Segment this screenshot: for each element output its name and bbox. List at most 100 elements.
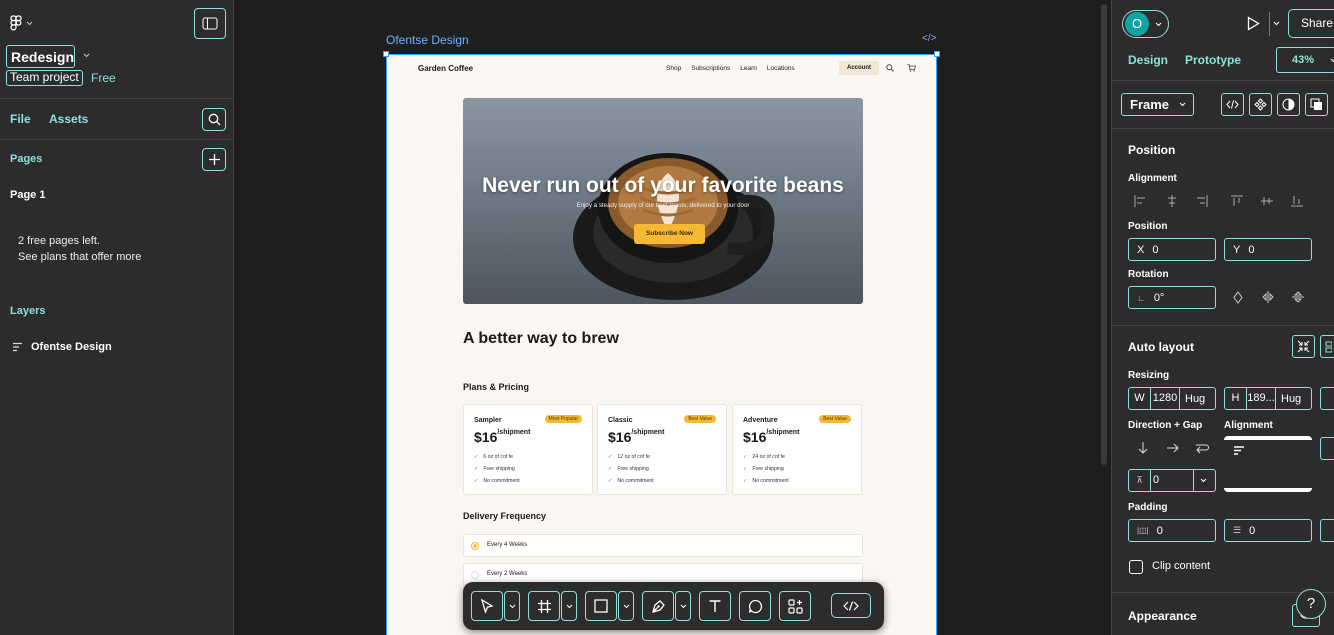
toggle-sidebar-button[interactable]: [194, 8, 226, 39]
cart-icon[interactable]: [907, 64, 916, 72]
file-menu-chevron-icon[interactable]: [83, 53, 90, 58]
file-name-button[interactable]: Redesign: [6, 45, 75, 68]
alignment-grid-box[interactable]: [1224, 436, 1312, 492]
canvas[interactable]: Ofentse Design </> Garden Coffee Shop Su…: [235, 0, 1100, 635]
comment-tool-button[interactable]: [739, 591, 771, 621]
direction-vertical-icon[interactable]: [1138, 442, 1148, 454]
plan-card-classic[interactable]: Classic Best Value $16/shipment ✓ 12 oz o…: [597, 404, 727, 495]
frame-tool-button[interactable]: [528, 591, 560, 621]
page-item-page-1[interactable]: Page 1: [10, 189, 45, 201]
x-position-field[interactable]: X0: [1128, 238, 1216, 261]
design-frame[interactable]: Garden Coffee Shop Subscriptions Learn L…: [386, 54, 937, 635]
align-top-icon[interactable]: [1231, 195, 1243, 207]
plan-card-sampler[interactable]: Sampler Most Popular $16/shipment ✓ 6 oz …: [463, 404, 593, 495]
account-button[interactable]: Account: [839, 61, 879, 75]
nav-locations[interactable]: Locations: [767, 65, 795, 72]
dev-mode-toggle[interactable]: [831, 593, 871, 618]
subscribe-button[interactable]: Subscribe Now: [634, 224, 705, 244]
resize-handle[interactable]: [383, 51, 389, 57]
see-plans-link[interactable]: See plans that offer more: [18, 249, 141, 265]
team-project-link[interactable]: Team project: [6, 70, 83, 86]
plan-card-adventure[interactable]: Adventure Best Value $16/shipment ✓ 24 oz…: [732, 404, 862, 495]
frame-type-label: Frame: [1130, 97, 1170, 112]
help-button[interactable]: ?: [1296, 589, 1326, 619]
nav-subscriptions[interactable]: Subscriptions: [691, 65, 730, 72]
move-tool-menu[interactable]: [504, 591, 520, 621]
tab-prototype[interactable]: Prototype: [1185, 53, 1241, 67]
frame-label[interactable]: Ofentse Design: [386, 33, 469, 47]
w-mode[interactable]: Hug: [1180, 393, 1205, 405]
width-field[interactable]: W 1280 Hug: [1128, 387, 1216, 410]
pen-tool-button[interactable]: [642, 591, 674, 621]
search-layers-button[interactable]: [202, 108, 226, 131]
y-value: 0: [1248, 243, 1255, 256]
share-button[interactable]: Share: [1288, 9, 1334, 38]
auto-layout-options-button[interactable]: [1320, 335, 1334, 358]
y-label: Y: [1233, 243, 1241, 256]
text-tool-button[interactable]: [699, 591, 731, 621]
chevron-down-icon[interactable]: [1200, 478, 1207, 483]
h-mode[interactable]: Hug: [1276, 393, 1301, 405]
gap-field[interactable]: ⊼ 0: [1128, 469, 1216, 492]
align-center-vertical-icon[interactable]: [1261, 195, 1273, 207]
plan-price: $16/shipment: [474, 429, 531, 445]
y-position-field[interactable]: Y0: [1224, 238, 1312, 261]
align-center-horizontal-icon[interactable]: [1166, 195, 1178, 207]
move-tool-button[interactable]: [471, 591, 503, 621]
dev-mode-icon[interactable]: </>: [922, 33, 936, 44]
rotate-icon[interactable]: [1232, 291, 1244, 304]
alignment-options-button[interactable]: [1320, 437, 1334, 460]
rotation-field[interactable]: ∟ 0°: [1128, 286, 1216, 309]
horizontal-padding-field[interactable]: |◫| 0: [1128, 519, 1216, 542]
pad-h-value: 0: [1156, 524, 1163, 537]
pen-tool-menu[interactable]: [675, 591, 691, 621]
direction-gap-label: Direction + Gap: [1128, 420, 1203, 431]
mask-button[interactable]: [1277, 93, 1300, 116]
search-icon[interactable]: [886, 64, 894, 72]
padding-options-button[interactable]: [1320, 519, 1334, 542]
section-title: A better way to brew: [463, 330, 619, 347]
direction-horizontal-icon[interactable]: [1167, 443, 1179, 453]
align-right-icon[interactable]: [1196, 195, 1208, 207]
shape-tool-menu[interactable]: [618, 591, 634, 621]
direction-wrap-icon[interactable]: [1195, 442, 1209, 454]
resize-handle[interactable]: [934, 51, 940, 57]
vertical-padding-field[interactable]: ☰ 0: [1224, 519, 1312, 542]
tab-design[interactable]: Design: [1128, 53, 1168, 67]
present-menu-chevron-icon[interactable]: [1273, 21, 1280, 26]
free-pages-count: 2 free pages left.: [18, 235, 100, 247]
frame-tool-menu[interactable]: [561, 591, 577, 621]
delivery-option[interactable]: Every 4 Weeks: [463, 534, 863, 557]
nav-shop[interactable]: Shop: [666, 65, 681, 72]
zoom-chevron-icon[interactable]: [1330, 58, 1334, 63]
remove-auto-layout-button[interactable]: [1292, 335, 1315, 358]
create-component-button[interactable]: [1249, 93, 1272, 116]
align-left-icon[interactable]: [1134, 195, 1146, 207]
plan-price: $16/shipment: [608, 429, 665, 445]
tab-file[interactable]: File: [10, 112, 31, 126]
layer-item-ofentse-design[interactable]: Ofentse Design: [12, 341, 112, 353]
present-play-icon[interactable]: [1247, 16, 1260, 31]
align-bottom-icon[interactable]: [1291, 195, 1303, 207]
clip-content-checkbox[interactable]: [1129, 560, 1143, 574]
radio-selected[interactable]: [471, 542, 479, 550]
actions-tool-button[interactable]: [779, 591, 811, 621]
tab-assets[interactable]: Assets: [49, 112, 88, 126]
shape-tool-button[interactable]: [585, 591, 617, 621]
canvas-scrollbar[interactable]: [1101, 4, 1107, 465]
chevron-down-icon: [26, 21, 33, 25]
zoom-dropdown[interactable]: 43%: [1276, 47, 1334, 73]
add-page-button[interactable]: [202, 148, 226, 171]
figma-menu-button[interactable]: [10, 14, 40, 32]
nav-learn[interactable]: Learn: [740, 65, 757, 72]
dev-code-button[interactable]: [1221, 93, 1244, 116]
frame-type-dropdown[interactable]: Frame: [1121, 93, 1194, 116]
plan-feature: ✓ 12 oz of cof fe: [608, 454, 650, 460]
radio-unselected[interactable]: [471, 571, 479, 579]
height-field[interactable]: H 189... Hug: [1224, 387, 1312, 410]
avatar-button[interactable]: O: [1122, 10, 1169, 38]
boolean-button[interactable]: [1305, 93, 1328, 116]
flip-horizontal-icon[interactable]: [1262, 291, 1274, 303]
resize-constraints-button[interactable]: [1320, 387, 1334, 410]
flip-vertical-icon[interactable]: [1292, 291, 1304, 303]
